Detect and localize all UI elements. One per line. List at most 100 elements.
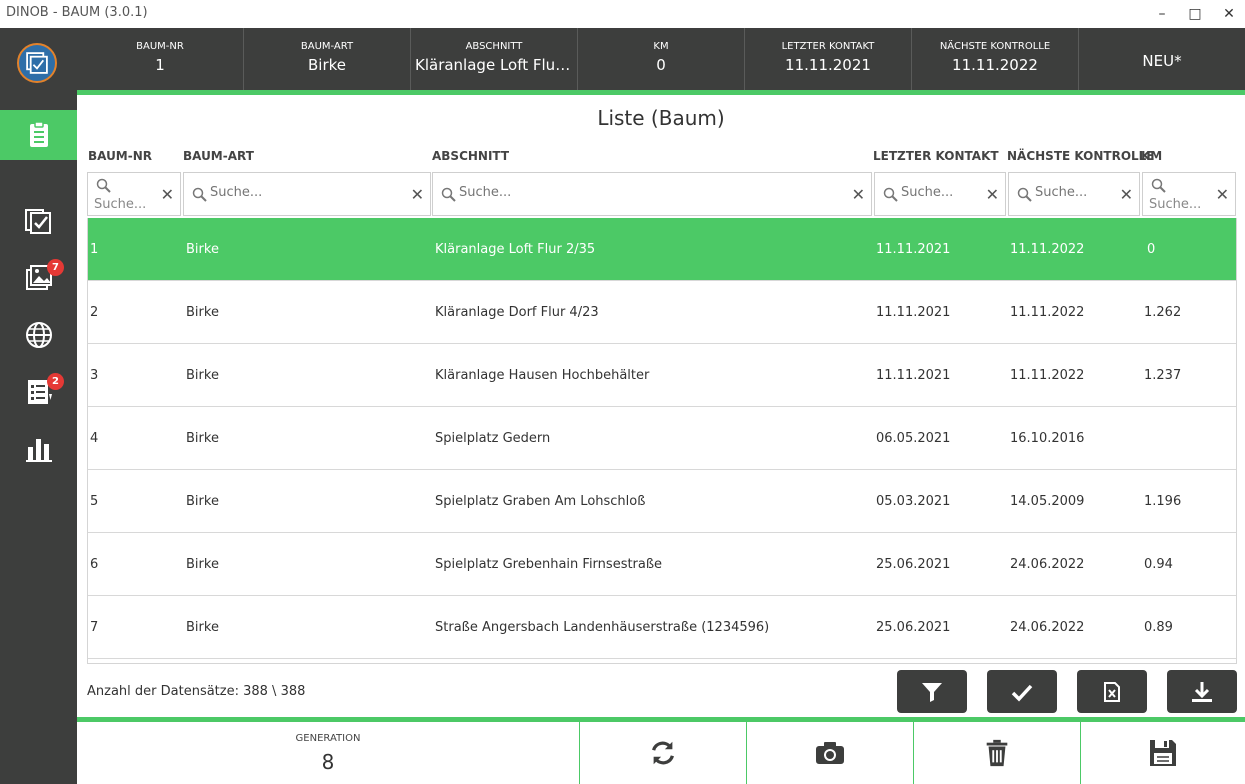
- refresh-icon: [652, 741, 674, 765]
- cell-letzter-kontakt: 05.03.2021: [876, 494, 951, 509]
- clear-filter-km-icon[interactable]: ✕: [1216, 185, 1229, 204]
- filter-baum-nr-placeholder: Suche...: [94, 197, 147, 212]
- sidebar: 7 2: [0, 28, 77, 784]
- cell-baum-art: Birke: [186, 368, 219, 383]
- delete-button[interactable]: [913, 722, 1080, 784]
- cell-naechste-kontrolle: 14.05.2009: [1010, 494, 1085, 509]
- filter-baum-nr[interactable]: Suche... ✕: [87, 172, 181, 216]
- table-row[interactable]: 5 Birke Spielplatz Graben Am Lohschloß 0…: [88, 470, 1236, 533]
- cell-letzter-kontakt: 11.11.2021: [876, 242, 951, 257]
- search-icon: [441, 187, 456, 202]
- filter-baum-art[interactable]: ✕: [183, 172, 431, 216]
- cell-baum-nr: 7: [90, 620, 99, 635]
- cell-baum-nr: 4: [90, 431, 99, 446]
- header-divider: [77, 90, 1245, 95]
- cell-baum-nr: 6: [90, 557, 99, 572]
- cell-baum-art: Birke: [186, 494, 219, 509]
- cell-naechste-kontrolle: 11.11.2022: [1010, 242, 1085, 257]
- camera-button[interactable]: [746, 722, 913, 784]
- column-header-baum-nr[interactable]: BAUM-NR: [88, 149, 152, 163]
- title-bar: DINOB - BAUM (3.0.1) – □ ✕: [0, 0, 1245, 28]
- filter-letzter-kontakt[interactable]: ✕: [874, 172, 1006, 216]
- maximize-button[interactable]: □: [1180, 3, 1210, 25]
- clear-filter-letzter-kontakt-icon[interactable]: ✕: [986, 185, 999, 204]
- cell-baum-nr: 2: [90, 305, 99, 320]
- filter-naechste-kontrolle[interactable]: ✕: [1008, 172, 1140, 216]
- clear-filter-baum-art-icon[interactable]: ✕: [411, 185, 424, 204]
- cell-letzter-kontakt: 25.06.2021: [876, 620, 951, 635]
- cell-naechste-kontrolle: 11.11.2022: [1010, 305, 1085, 320]
- filter-letzter-kontakt-input[interactable]: [901, 185, 981, 200]
- search-icon: [883, 187, 898, 202]
- column-header-abschnitt[interactable]: ABSCHNITT: [432, 149, 509, 163]
- save-button[interactable]: [1080, 722, 1245, 784]
- filter-abschnitt[interactable]: ✕: [432, 172, 872, 216]
- cell-km: 1.196: [1144, 494, 1182, 509]
- cell-abschnitt: Kläranlage Loft Flur 2/35: [435, 242, 596, 257]
- info-naechste-kontrolle-value: 11.11.2022: [952, 56, 1038, 74]
- table-row[interactable]: 7 Birke Straße Angersbach Landenhäuserst…: [88, 596, 1236, 659]
- filter-baum-art-input[interactable]: [210, 185, 330, 200]
- info-baum-art: BAUM-ART Birke: [244, 28, 411, 90]
- cell-baum-art: Birke: [186, 557, 219, 572]
- info-baum-nr-label: BAUM-NR: [136, 41, 184, 52]
- bar-chart-icon: [25, 439, 52, 462]
- filter-naechste-kontrolle-input[interactable]: [1035, 185, 1115, 200]
- column-header-baum-art[interactable]: BAUM-ART: [183, 149, 254, 163]
- column-header-km[interactable]: KM: [1141, 149, 1162, 163]
- clear-filter-abschnitt-icon[interactable]: ✕: [852, 185, 865, 204]
- photos-badge: 7: [47, 259, 64, 276]
- sidebar-item-inspections[interactable]: [0, 196, 77, 246]
- confirm-button[interactable]: [987, 670, 1057, 713]
- column-header-letzter-kontakt[interactable]: LETZTER KONTAKT: [873, 149, 999, 163]
- cell-letzter-kontakt: 11.11.2021: [876, 305, 951, 320]
- cell-abschnitt: Spielplatz Grebenhain Firnsestraße: [435, 557, 663, 572]
- info-abschnitt-label: ABSCHNITT: [465, 41, 523, 52]
- info-km-label: KM: [653, 41, 669, 52]
- window-title: DINOB - BAUM (3.0.1): [6, 5, 148, 20]
- cell-letzter-kontakt: 06.05.2021: [876, 431, 951, 446]
- filter-abschnitt-input[interactable]: [459, 185, 579, 200]
- sidebar-item-statistics[interactable]: [0, 424, 77, 474]
- globe-icon: [25, 322, 52, 348]
- table-row[interactable]: 4 Birke Spielplatz Gedern 06.05.2021 16.…: [88, 407, 1236, 470]
- filter-button[interactable]: [897, 670, 967, 713]
- generation-value: 8: [321, 750, 335, 774]
- info-baum-art-value: Birke: [307, 56, 346, 74]
- sidebar-item-map[interactable]: [0, 310, 77, 360]
- table-row[interactable]: 6 Birke Spielplatz Grebenhain Firnsestra…: [88, 533, 1236, 596]
- clear-filter-icon: [1104, 681, 1120, 702]
- cell-baum-art: Birke: [186, 242, 219, 257]
- clear-filters-button[interactable]: [1077, 670, 1147, 713]
- cell-naechste-kontrolle: 24.06.2022: [1010, 620, 1085, 635]
- minimize-button[interactable]: –: [1147, 3, 1177, 25]
- new-record-button[interactable]: NEU*: [1079, 28, 1245, 90]
- cell-baum-art: Birke: [186, 620, 219, 635]
- table-row[interactable]: 2 Birke Kläranlage Dorf Flur 4/23 11.11.…: [88, 281, 1236, 344]
- column-header-naechste-kontrolle[interactable]: NÄCHSTE KONTROLLE: [1007, 149, 1155, 163]
- table-row[interactable]: 3 Birke Kläranlage Hausen Hochbehälter 1…: [88, 344, 1236, 407]
- clear-filter-naechste-kontrolle-icon[interactable]: ✕: [1120, 185, 1133, 204]
- table-row[interactable]: 1 Birke Kläranlage Loft Flur 2/35 11.11.…: [88, 218, 1236, 281]
- filter-icon: [922, 682, 942, 702]
- cell-km: 1.237: [1144, 368, 1182, 383]
- trash-icon: [986, 739, 1008, 767]
- download-button[interactable]: [1167, 670, 1237, 713]
- cell-km: 1.262: [1144, 305, 1182, 320]
- cell-abschnitt: Straße Angersbach Landenhäuserstraße (12…: [435, 620, 770, 635]
- info-baum-nr-value: 1: [155, 56, 165, 74]
- cell-naechste-kontrolle: 11.11.2022: [1010, 368, 1085, 383]
- generation-label: GENERATION: [295, 733, 361, 744]
- search-icon: [96, 178, 111, 193]
- close-button[interactable]: ✕: [1214, 3, 1244, 25]
- sidebar-item-photos[interactable]: 7: [0, 253, 77, 303]
- filter-km[interactable]: Suche... ✕: [1142, 172, 1236, 216]
- refresh-button[interactable]: [579, 722, 746, 784]
- cell-km: 0.94: [1144, 557, 1173, 572]
- checkmark-icon: [1011, 684, 1033, 702]
- search-icon: [192, 187, 207, 202]
- clear-filter-baum-nr-icon[interactable]: ✕: [161, 185, 174, 204]
- sidebar-item-list[interactable]: [0, 110, 77, 160]
- sidebar-item-reports[interactable]: 2: [0, 367, 77, 417]
- cell-naechste-kontrolle: 16.10.2016: [1010, 431, 1085, 446]
